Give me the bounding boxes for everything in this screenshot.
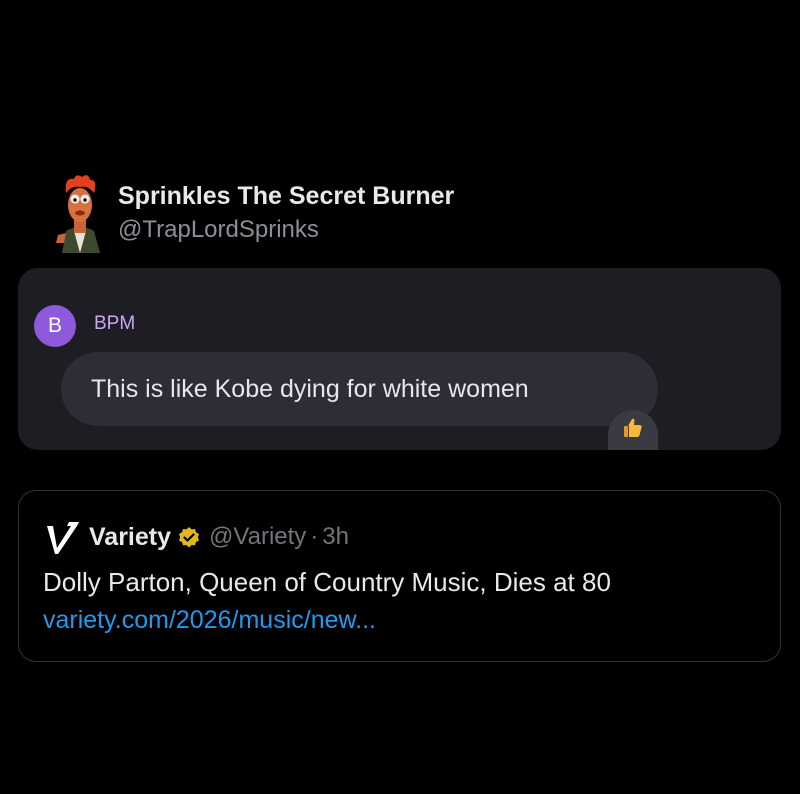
quoted-author-handle[interactable]: @Variety <box>209 523 306 551</box>
author-name[interactable]: Sprinkles The Secret Burner <box>118 179 454 213</box>
sender-avatar: B <box>34 305 76 347</box>
quoted-tweet-header: Variety @Variety · 3h <box>43 517 349 557</box>
chat-screenshot-card: B BPM This is like Kobe dying for white … <box>18 268 781 450</box>
timestamp[interactable]: 3h <box>322 523 349 551</box>
gold-verified-badge-icon <box>177 526 201 550</box>
beaker-muppet-avatar-icon <box>56 175 100 253</box>
variety-v-logo-icon[interactable] <box>43 518 81 556</box>
quoted-author-name[interactable]: Variety <box>89 523 171 552</box>
thumbs-up-icon <box>624 418 642 437</box>
message-text: This is like Kobe dying for white women <box>91 374 529 403</box>
separator-dot: · <box>310 523 319 550</box>
quoted-tweet-text: Dolly Parton, Queen of Country Music, Di… <box>43 567 611 597</box>
sender-name: BPM <box>94 313 136 334</box>
article-link[interactable]: variety.com/2026/music/new... <box>43 606 376 635</box>
tweet-author: Sprinkles The Secret Burner @TrapLordSpr… <box>52 173 454 253</box>
quoted-tweet-card[interactable]: Variety @Variety · 3h Dolly Parton, Quee… <box>18 490 781 662</box>
author-handle[interactable]: @TrapLordSprinks <box>118 213 454 247</box>
thumbs-up-reaction <box>608 410 658 450</box>
message-bubble: This is like Kobe dying for white women <box>61 352 658 426</box>
avatar[interactable] <box>52 173 108 253</box>
